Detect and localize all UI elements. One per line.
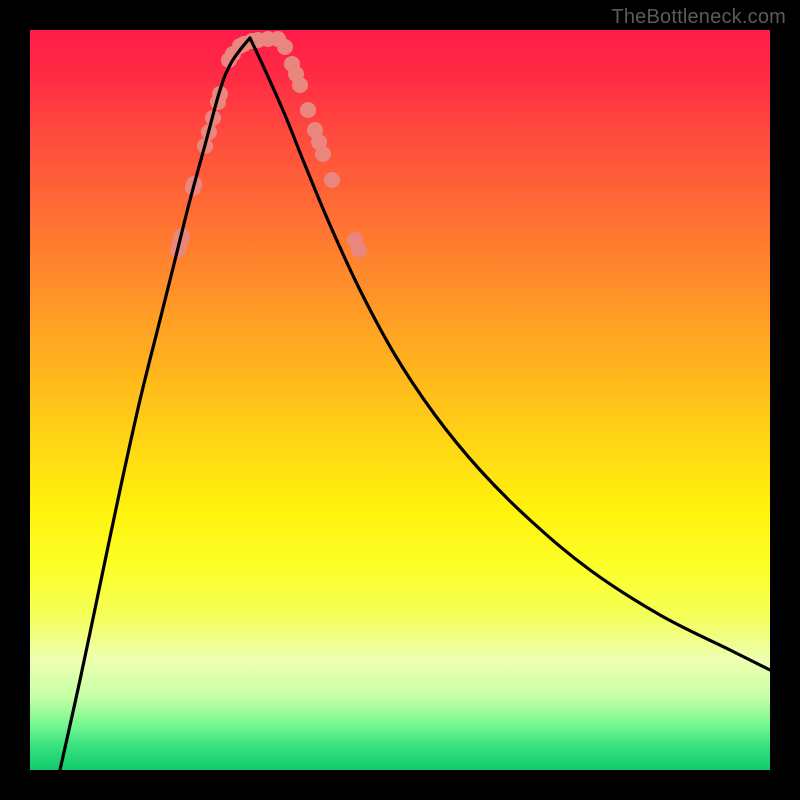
marker-markers-right-11 <box>351 242 367 258</box>
watermark-text: TheBottleneck.com <box>611 6 786 29</box>
curve-right-curve <box>250 38 770 670</box>
marker-markers-right-8 <box>315 146 331 162</box>
plot-area <box>30 30 770 770</box>
marker-layer <box>170 31 367 258</box>
marker-markers-right-1 <box>277 39 293 55</box>
chart-svg <box>30 30 770 770</box>
curve-layer <box>60 38 770 770</box>
marker-markers-right-4 <box>292 77 308 93</box>
marker-markers-right-9 <box>324 172 340 188</box>
curve-left-curve <box>60 38 250 770</box>
outer-frame: TheBottleneck.com <box>0 0 800 800</box>
marker-markers-right-5 <box>300 102 316 118</box>
